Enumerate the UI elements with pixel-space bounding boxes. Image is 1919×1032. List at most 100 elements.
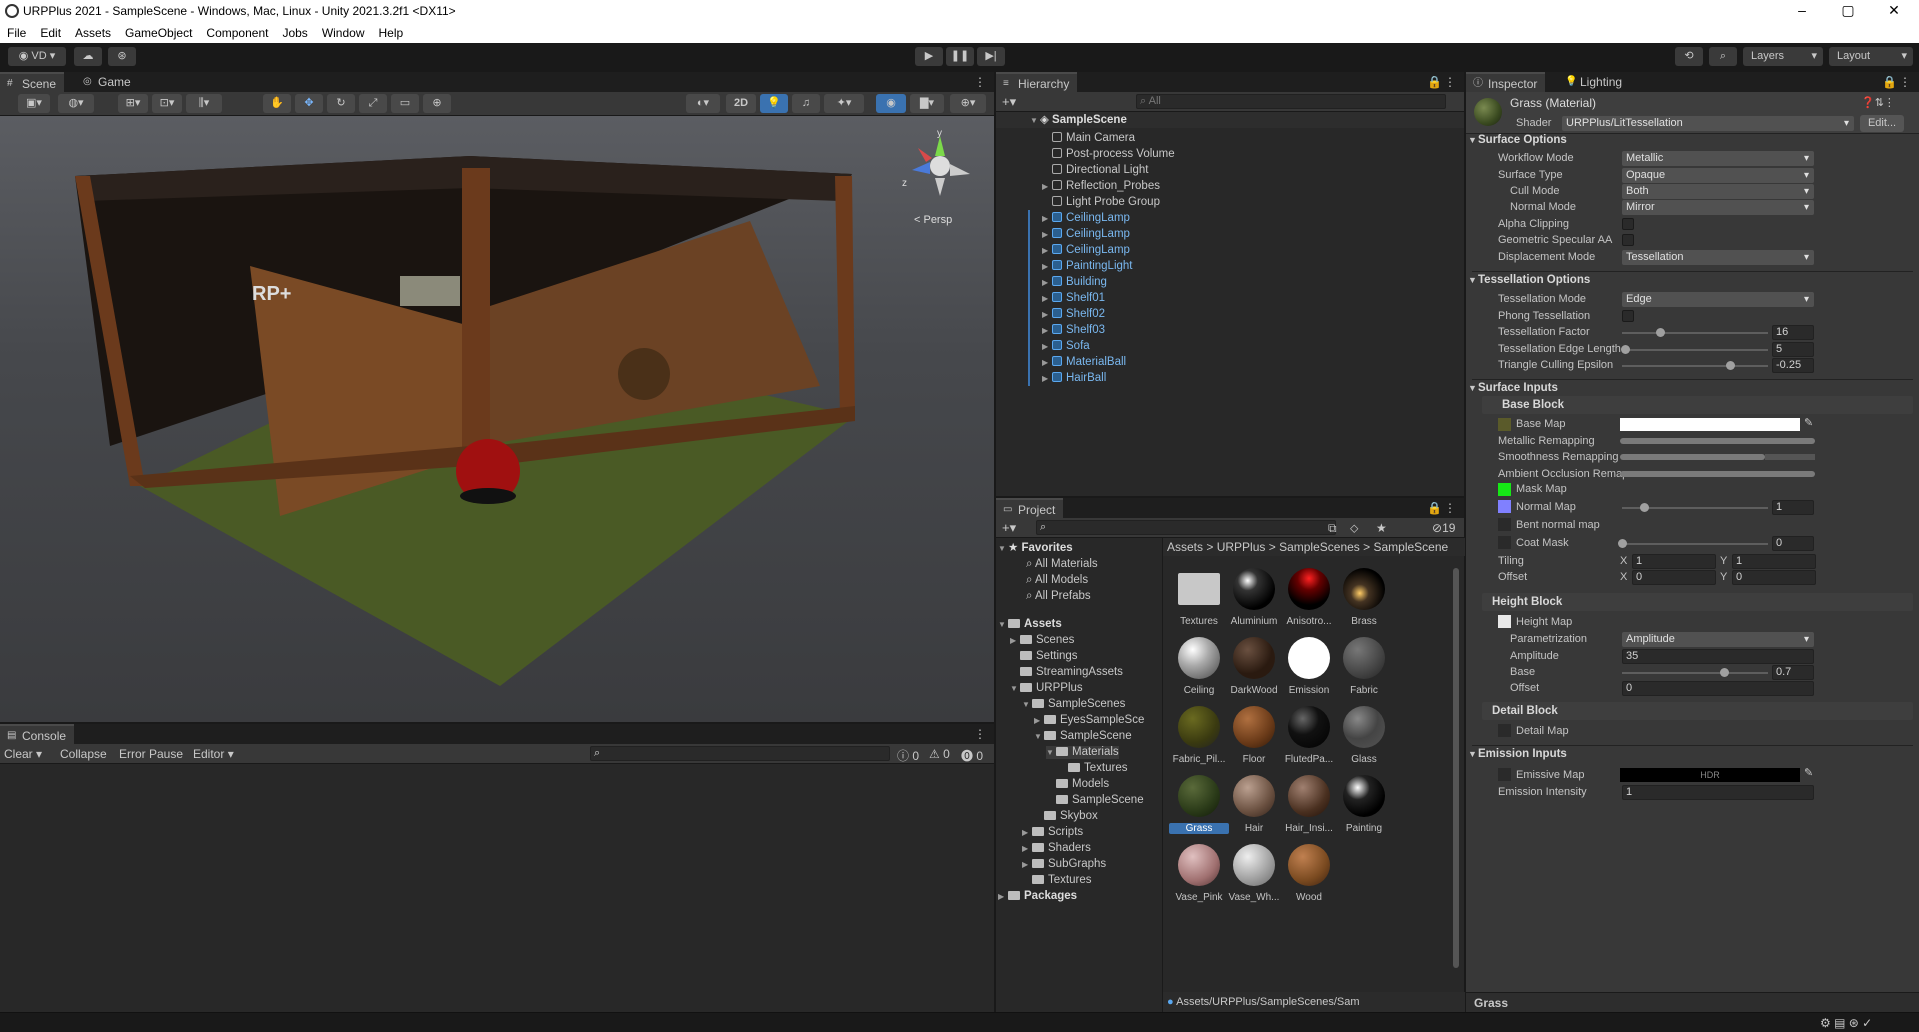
eyedropper-icon[interactable]: ✎: [1804, 766, 1813, 779]
surface-inputs-header[interactable]: Surface Inputs: [1478, 382, 1558, 394]
add-icon[interactable]: +▾: [1002, 94, 1016, 110]
asset-item[interactable]: Painting: [1338, 775, 1390, 841]
menu-component[interactable]: Component: [199, 26, 275, 40]
tess-edge-slider-track[interactable]: [1622, 349, 1768, 351]
expand-arrow-icon[interactable]: ▶: [998, 890, 1008, 903]
account-button[interactable]: ◉ VD ▾: [8, 47, 66, 66]
tri-cull-field[interactable]: -0.25: [1772, 358, 1814, 373]
rotate-tool-icon[interactable]: ↻: [327, 94, 355, 113]
asset-item[interactable]: DarkWood: [1228, 637, 1280, 703]
eyedropper-icon[interactable]: ✎: [1804, 416, 1813, 429]
message-count[interactable]: ⓘ 0: [897, 747, 919, 764]
pivot-icon[interactable]: ⊞▾: [118, 94, 148, 113]
height-map-swatch[interactable]: [1498, 615, 1511, 628]
tab-project[interactable]: ▭ Project: [996, 498, 1064, 518]
detail-block-header[interactable]: Detail Block: [1492, 705, 1558, 717]
coat-mask-swatch[interactable]: [1498, 536, 1511, 549]
asset-item[interactable]: Emission: [1283, 637, 1335, 703]
expand-arrow-icon[interactable]: ▼: [1010, 682, 1020, 695]
collab-icon[interactable]: ⊛: [108, 47, 136, 66]
base-block-header[interactable]: Base Block: [1502, 399, 1564, 411]
normal-mode-dropdown[interactable]: Mirror: [1622, 200, 1814, 215]
asset-item[interactable]: Vase_Pink: [1173, 844, 1225, 910]
favorite-item[interactable]: ⌕ All Prefabs: [1026, 590, 1091, 603]
draw-mode-icon[interactable]: ▣▾: [18, 94, 50, 113]
tab-console[interactable]: ▤ Console: [0, 724, 75, 744]
base-color-field[interactable]: [1620, 418, 1800, 431]
maximize-button[interactable]: ▢: [1825, 0, 1871, 22]
project-tree-item[interactable]: ▶ Scripts: [1022, 826, 1083, 839]
expand-arrow-icon[interactable]: ▼: [998, 618, 1008, 631]
tess-mode-dropdown[interactable]: Edge: [1622, 292, 1814, 307]
edit-shader-button[interactable]: Edit...: [1860, 115, 1904, 132]
asset-item[interactable]: FlutedPa...: [1283, 706, 1335, 772]
grid-snap-icon[interactable]: ⊡▾: [152, 94, 182, 113]
hidden-count[interactable]: ⊘19: [1432, 521, 1455, 535]
hierarchy-item[interactable]: ▶ Shelf01: [996, 290, 1464, 306]
metallic-remap-slider[interactable]: [1620, 438, 1815, 444]
asset-item[interactable]: Vase_Wh...: [1228, 844, 1280, 910]
console-search-input[interactable]: ⌕: [590, 746, 890, 761]
coat-mask-slider-knob[interactable]: [1618, 539, 1627, 548]
audio-toggle-icon[interactable]: ♫: [792, 94, 820, 113]
project-tree-item[interactable]: ▶ EyesSampleSce: [1034, 714, 1144, 727]
hierarchy-search-input[interactable]: ⌕ All: [1136, 94, 1446, 109]
expand-arrow-icon[interactable]: ▶: [1042, 372, 1052, 385]
clear-button[interactable]: Clear ▾: [4, 747, 42, 761]
asset-item[interactable]: Wood: [1283, 844, 1335, 910]
move-tool-icon[interactable]: ✥: [295, 94, 323, 113]
close-button[interactable]: ✕: [1871, 0, 1917, 22]
ao-remap-slider[interactable]: [1620, 471, 1815, 477]
height-offset-field[interactable]: 0: [1622, 681, 1814, 696]
project-tree-item[interactable]: ▶ Packages: [998, 890, 1077, 903]
effects-icon[interactable]: ✦▾: [824, 94, 864, 113]
asset-item[interactable]: Aluminium: [1228, 568, 1280, 634]
tab-hierarchy[interactable]: ≡ Hierarchy: [996, 72, 1078, 92]
tab-scene[interactable]: # Scene: [0, 72, 65, 92]
expand-arrow-icon[interactable]: ▶: [1034, 714, 1044, 727]
crumb-samplescenes[interactable]: SampleScenes: [1279, 540, 1360, 554]
normal-map-slider-knob[interactable]: [1639, 503, 1649, 512]
scene-viewport[interactable]: RP+ y z < Persp: [0, 116, 994, 722]
asset-item[interactable]: Hair_Insi...: [1283, 775, 1335, 841]
base-field[interactable]: 0.7: [1772, 665, 1814, 680]
tess-factor-slider-track[interactable]: [1622, 332, 1768, 334]
persp-label[interactable]: < Persp: [914, 214, 952, 226]
project-search-input[interactable]: ⌕: [1036, 520, 1336, 535]
tab-game[interactable]: ◎ Game: [76, 72, 139, 92]
lock-icon[interactable]: 🔒: [1882, 75, 1897, 89]
height-block-header[interactable]: Height Block: [1492, 596, 1562, 608]
cloud-icon[interactable]: ☁: [74, 47, 102, 66]
geometric-aa-checkbox[interactable]: [1622, 234, 1634, 246]
base-slider-track[interactable]: [1622, 672, 1768, 674]
asset-item[interactable]: Fabric: [1338, 637, 1390, 703]
filter-type-icon[interactable]: ⧉: [1328, 521, 1337, 536]
expand-arrow-icon[interactable]: ▶: [1042, 228, 1052, 241]
menu-jobs[interactable]: Jobs: [275, 26, 314, 40]
status-icons[interactable]: ⚙ ▤ ⊛ ✓: [1820, 1016, 1872, 1030]
project-tree-item[interactable]: ▼ Materials: [1046, 746, 1119, 759]
tab-inspector[interactable]: ⓘ Inspector: [1466, 72, 1546, 92]
expand-arrow-icon[interactable]: ▼: [1022, 698, 1032, 711]
tess-edge-field[interactable]: 5: [1772, 342, 1814, 357]
shader-dropdown[interactable]: URPPlus/LitTessellation: [1562, 116, 1854, 131]
more-icon[interactable]: ⋮: [1899, 75, 1911, 89]
asset-item[interactable]: Brass: [1338, 568, 1390, 634]
asset-item[interactable]: Grass: [1169, 775, 1229, 841]
hierarchy-item[interactable]: Main Camera: [996, 130, 1464, 146]
project-tree-item[interactable]: Textures: [1058, 762, 1127, 775]
project-tree-item[interactable]: ▶ Shaders: [1022, 842, 1091, 855]
hierarchy-item[interactable]: Post-process Volume: [996, 146, 1464, 162]
search-icon[interactable]: ⌕: [1709, 47, 1737, 66]
collapse-button[interactable]: Collapse: [60, 747, 107, 761]
menu-edit[interactable]: Edit: [33, 26, 68, 40]
filter-label-icon[interactable]: ⬦: [1350, 521, 1358, 536]
transform-tool-icon[interactable]: ⊕: [423, 94, 451, 113]
project-tree-item[interactable]: StreamingAssets: [1010, 666, 1123, 679]
menu-help[interactable]: Help: [372, 26, 411, 40]
project-tree-item[interactable]: SampleScene: [1046, 794, 1144, 807]
play-button[interactable]: ▶: [915, 47, 943, 66]
project-tree-item[interactable]: Textures: [1022, 874, 1091, 887]
project-tree-item[interactable]: ▼ SampleScenes: [1022, 698, 1125, 711]
surface-options-header-arrow-icon[interactable]: ▼: [1468, 135, 1477, 145]
